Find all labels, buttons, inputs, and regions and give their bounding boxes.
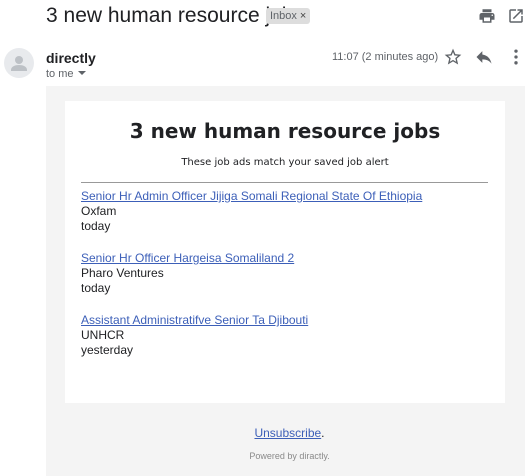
avatar	[4, 48, 34, 78]
unsubscribe-link[interactable]: Unsubscribe	[254, 426, 321, 440]
star-icon[interactable]	[443, 47, 463, 67]
remove-label-button[interactable]: ×	[300, 10, 306, 22]
unsubscribe-suffix: .	[321, 426, 325, 440]
inbox-label-text: Inbox	[270, 10, 297, 22]
reply-icon[interactable]	[474, 47, 494, 67]
divider	[81, 182, 488, 183]
job-date: today	[81, 219, 111, 233]
email-heading: 3 new human resource jobs	[129, 119, 441, 143]
job-company: Oxfam	[81, 204, 117, 218]
message-time: 11:07 (2 minutes ago)	[332, 51, 439, 63]
email-content-card: 3 new human resource jobs These job ads …	[65, 101, 505, 403]
job-title-link[interactable]: Senior Hr Officer Hargeisa Somaliland 2	[81, 251, 481, 266]
recipient-details-toggle[interactable]: to me	[46, 68, 86, 80]
job-listing: Senior Hr Admin Officer Jijiga Somali Re…	[81, 189, 481, 234]
job-date: today	[81, 281, 111, 295]
job-date: yesterday	[81, 343, 134, 357]
unsubscribe-line: Unsubscribe.	[0, 426, 525, 440]
job-listing: Assistant Administratifve Senior Ta Djib…	[81, 313, 481, 358]
job-company: Pharo Ventures	[81, 266, 164, 280]
subject-bar: 3 new human resource jobs Inbox ×	[0, 0, 525, 36]
inbox-label-badge[interactable]: Inbox ×	[266, 8, 311, 24]
avatar-person-icon	[11, 56, 27, 71]
recipient-label: to me	[46, 68, 74, 80]
more-vert-icon[interactable]	[506, 47, 525, 67]
job-title-link[interactable]: Senior Hr Admin Officer Jijiga Somali Re…	[81, 189, 481, 204]
open-in-new-window-icon[interactable]	[507, 7, 525, 25]
print-icon[interactable]	[478, 7, 496, 25]
sender-name[interactable]: directly	[46, 50, 96, 66]
job-listing: Senior Hr Officer Hargeisa Somaliland 2 …	[81, 251, 481, 296]
job-company: UNHCR	[81, 328, 125, 342]
email-subheading: These job ads match your saved job alert	[181, 157, 389, 168]
chevron-down-icon	[77, 71, 86, 75]
message-header: directly to me 11:07 (2 minutes ago)	[0, 42, 525, 86]
job-title-link[interactable]: Assistant Administratifve Senior Ta Djib…	[81, 313, 481, 328]
powered-by-text: Powered by diractly.	[249, 451, 330, 461]
